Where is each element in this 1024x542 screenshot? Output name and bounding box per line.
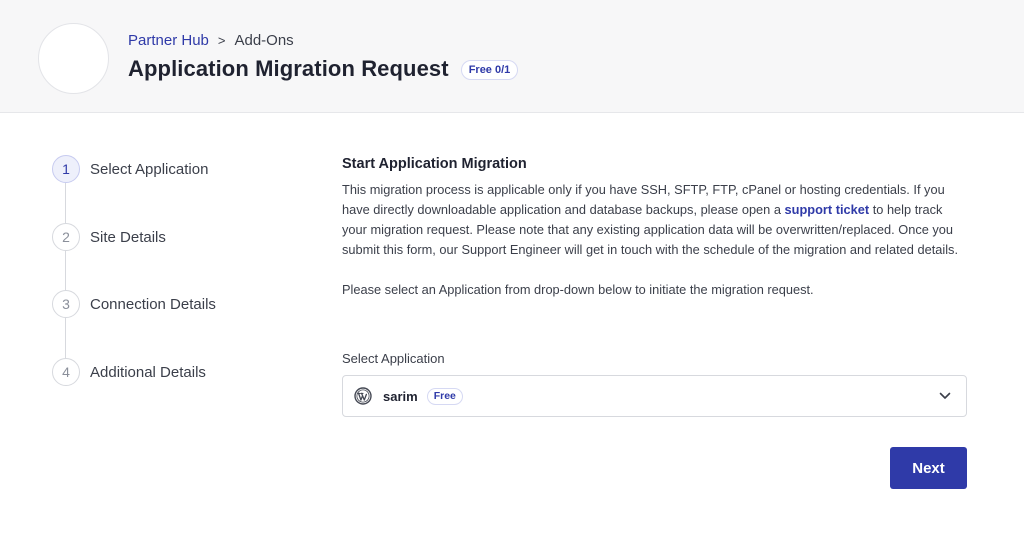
- title-row: Application Migration Request Free 0/1: [128, 56, 519, 82]
- step-label: Additional Details: [90, 363, 206, 381]
- support-ticket-link[interactable]: support ticket: [785, 202, 870, 217]
- breadcrumb: Partner Hub > Add-Ons: [128, 32, 294, 50]
- step-connector: [65, 251, 66, 291]
- step-label: Select Application: [90, 160, 209, 178]
- page-title: Application Migration Request: [128, 56, 449, 81]
- migration-description: This migration process is applicable onl…: [342, 180, 970, 260]
- instruction-text: Please select an Application from drop-d…: [342, 282, 814, 297]
- application-select[interactable]: sarim Free: [342, 375, 967, 417]
- step-label: Site Details: [90, 228, 166, 246]
- selected-application: sarim: [383, 388, 418, 404]
- free-quota-badge: Free 0/1: [460, 60, 519, 80]
- step-connection-details[interactable]: 3 Connection Details: [52, 290, 216, 318]
- step-label: Connection Details: [90, 295, 216, 313]
- step-connector: [65, 318, 66, 359]
- step-connector: [65, 183, 66, 224]
- free-tag: Free: [426, 387, 463, 405]
- step-number: 3: [52, 290, 80, 318]
- step-select-application[interactable]: 1 Select Application: [52, 155, 208, 183]
- step-number: 1: [52, 155, 80, 183]
- next-button[interactable]: Next: [890, 447, 967, 489]
- breadcrumb-partner-hub-link[interactable]: Partner Hub: [128, 32, 209, 50]
- avatar: [38, 23, 109, 94]
- step-number: 4: [52, 358, 80, 386]
- page-header: Partner Hub > Add-Ons Application Migrat…: [0, 0, 1024, 113]
- step-additional-details[interactable]: 4 Additional Details: [52, 358, 206, 386]
- step-number: 2: [52, 223, 80, 251]
- section-title: Start Application Migration: [342, 156, 527, 172]
- breadcrumb-separator: >: [217, 33, 226, 48]
- chevron-down-icon[interactable]: [938, 389, 952, 403]
- breadcrumb-current: Add-Ons: [234, 32, 294, 49]
- wordpress-icon: [354, 387, 372, 405]
- migration-content: Start Application Migration This migrati…: [342, 156, 970, 300]
- step-site-details[interactable]: 2 Site Details: [52, 223, 166, 251]
- select-application-label: Select Application: [342, 351, 445, 366]
